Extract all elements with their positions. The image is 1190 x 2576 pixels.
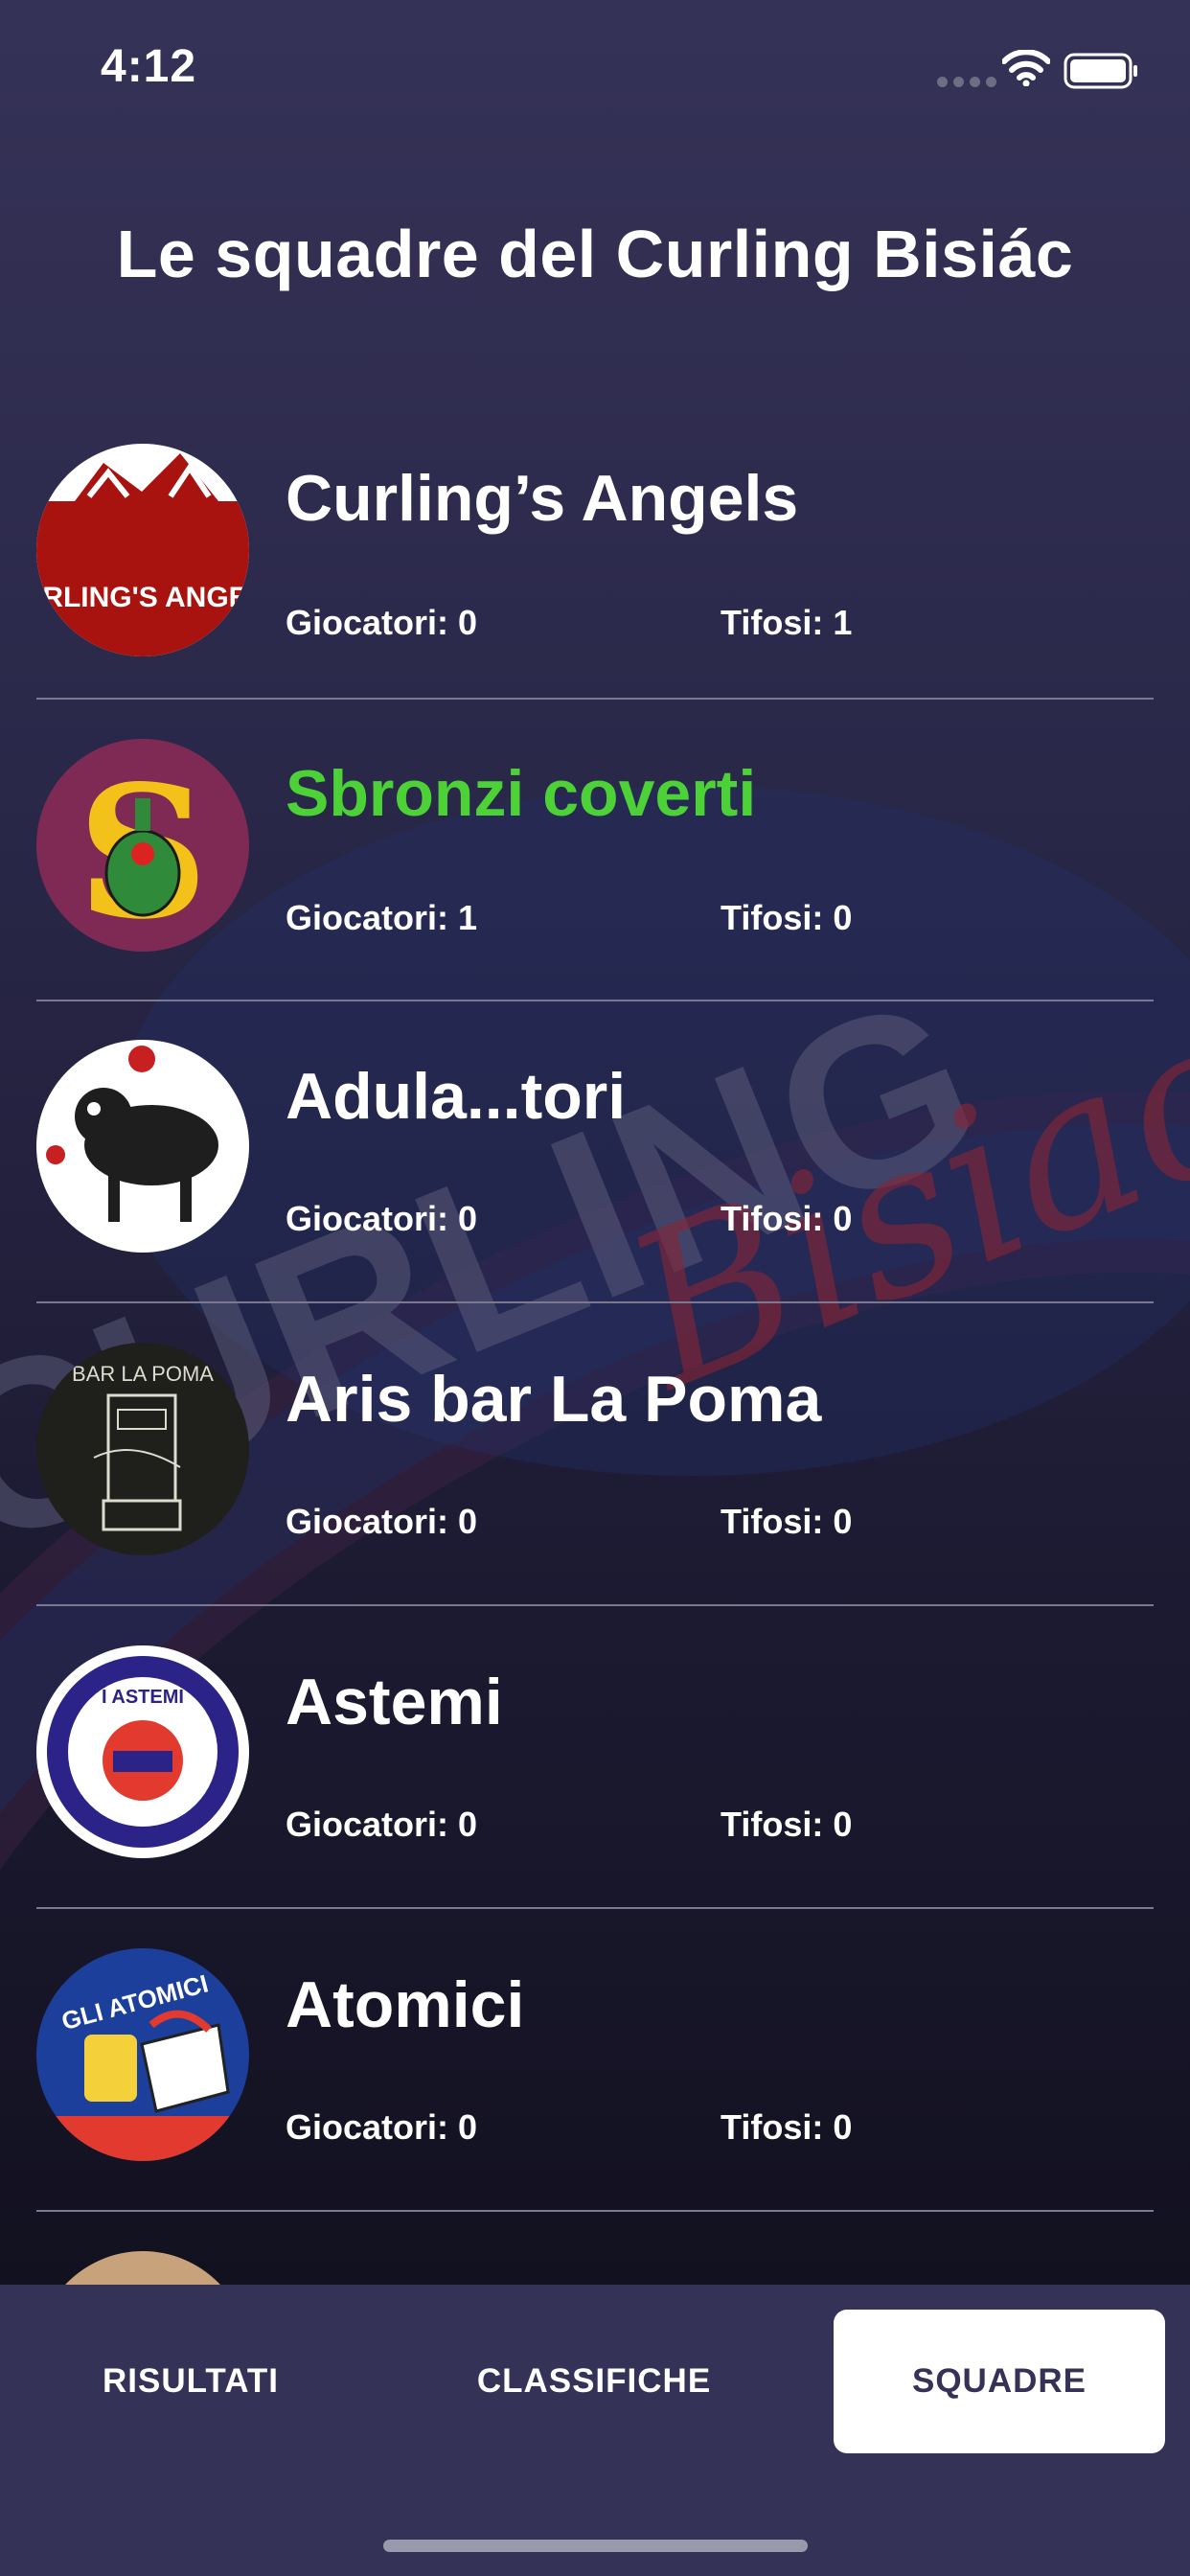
players-count: Giocatori: 0 — [286, 1805, 478, 1844]
fans-count: Tifosi: 0 — [721, 1502, 853, 1541]
row-divider — [36, 1907, 1154, 1909]
row-divider — [36, 698, 1154, 700]
team-logo-aris-bar-la-poma: BAR LA POMA — [36, 1343, 249, 1555]
fans-count: Tifosi: 0 — [721, 898, 853, 937]
players-count: Giocatori: 0 — [286, 1199, 478, 1238]
team-name: Sbronzi coverti — [286, 757, 757, 830]
players-count: Giocatori: 0 — [286, 1502, 478, 1541]
team-row[interactable]: S Sbronzi coverti Giocatori: 1 Tifosi: 0 — [0, 729, 1190, 1032]
team-name: Adula...tori — [286, 1060, 627, 1133]
logo-text: CURLING'S ANGELS — [36, 582, 249, 613]
team-row[interactable]: GLI ATOMICI Atomici Giocatori: 0 Tifosi:… — [0, 1941, 1190, 2243]
team-logo-astemi: I ASTEMI — [36, 1645, 249, 1858]
home-indicator — [383, 2540, 808, 2552]
page-title: Le squadre del Curling Bisiác — [116, 217, 1074, 291]
team-list: CURLING'S ANGELS Curling’s Angels Giocat… — [0, 426, 1190, 2546]
logo-text: I ASTEMI — [102, 1687, 184, 1708]
team-name: Astemi — [286, 1666, 503, 1738]
players-count: Giocatori: 1 — [286, 898, 478, 937]
team-name: Aris bar La Poma — [286, 1363, 822, 1436]
row-divider — [36, 1000, 1154, 1001]
row-divider — [36, 1604, 1154, 1606]
team-row[interactable]: Adula...tori Giocatori: 0 Tifosi: 0 — [0, 1032, 1190, 1335]
row-divider — [36, 1301, 1154, 1303]
team-row[interactable]: CURLING'S ANGELS Curling’s Angels Giocat… — [0, 426, 1190, 729]
tab-squadre[interactable]: SQUADRE — [834, 2310, 1165, 2453]
wifi-icon — [1002, 50, 1050, 86]
players-count: Giocatori: 0 — [286, 2107, 478, 2147]
fans-count: Tifosi: 0 — [721, 1805, 853, 1844]
status-time: 4:12 — [101, 41, 197, 92]
team-logo-curlings-angels: CURLING'S ANGELS — [36, 444, 249, 656]
players-count: Giocatori: 0 — [286, 603, 478, 642]
fans-count: Tifosi: 0 — [721, 2107, 853, 2147]
team-logo-adulatori — [36, 1040, 249, 1253]
fans-count: Tifosi: 0 — [721, 1199, 853, 1238]
team-logo-sbronzi-coverti: S — [36, 739, 249, 952]
team-row[interactable]: BAR LA POMA Aris bar La Poma Giocatori: … — [0, 1335, 1190, 1638]
tab-bar: RISULTATI CLASSIFICHE SQUADRE — [0, 2285, 1190, 2576]
team-name: Curling’s Angels — [286, 462, 799, 535]
team-logo-atomici: GLI ATOMICI — [36, 1948, 249, 2161]
cellular-signal-icon — [937, 75, 1002, 92]
tab-risultati[interactable]: RISULTATI — [19, 2310, 362, 2453]
team-row[interactable]: I ASTEMI Astemi Giocatori: 0 Tifosi: 0 — [0, 1638, 1190, 1941]
tab-classifiche[interactable]: CLASSIFICHE — [422, 2310, 767, 2453]
fans-count: Tifosi: 1 — [721, 603, 853, 642]
row-divider — [36, 2210, 1154, 2212]
team-name: Atomici — [286, 1968, 525, 2041]
status-bar: 4:12 — [0, 0, 1190, 144]
battery-icon — [1064, 53, 1137, 89]
logo-text: BAR LA POMA — [72, 1362, 214, 1386]
